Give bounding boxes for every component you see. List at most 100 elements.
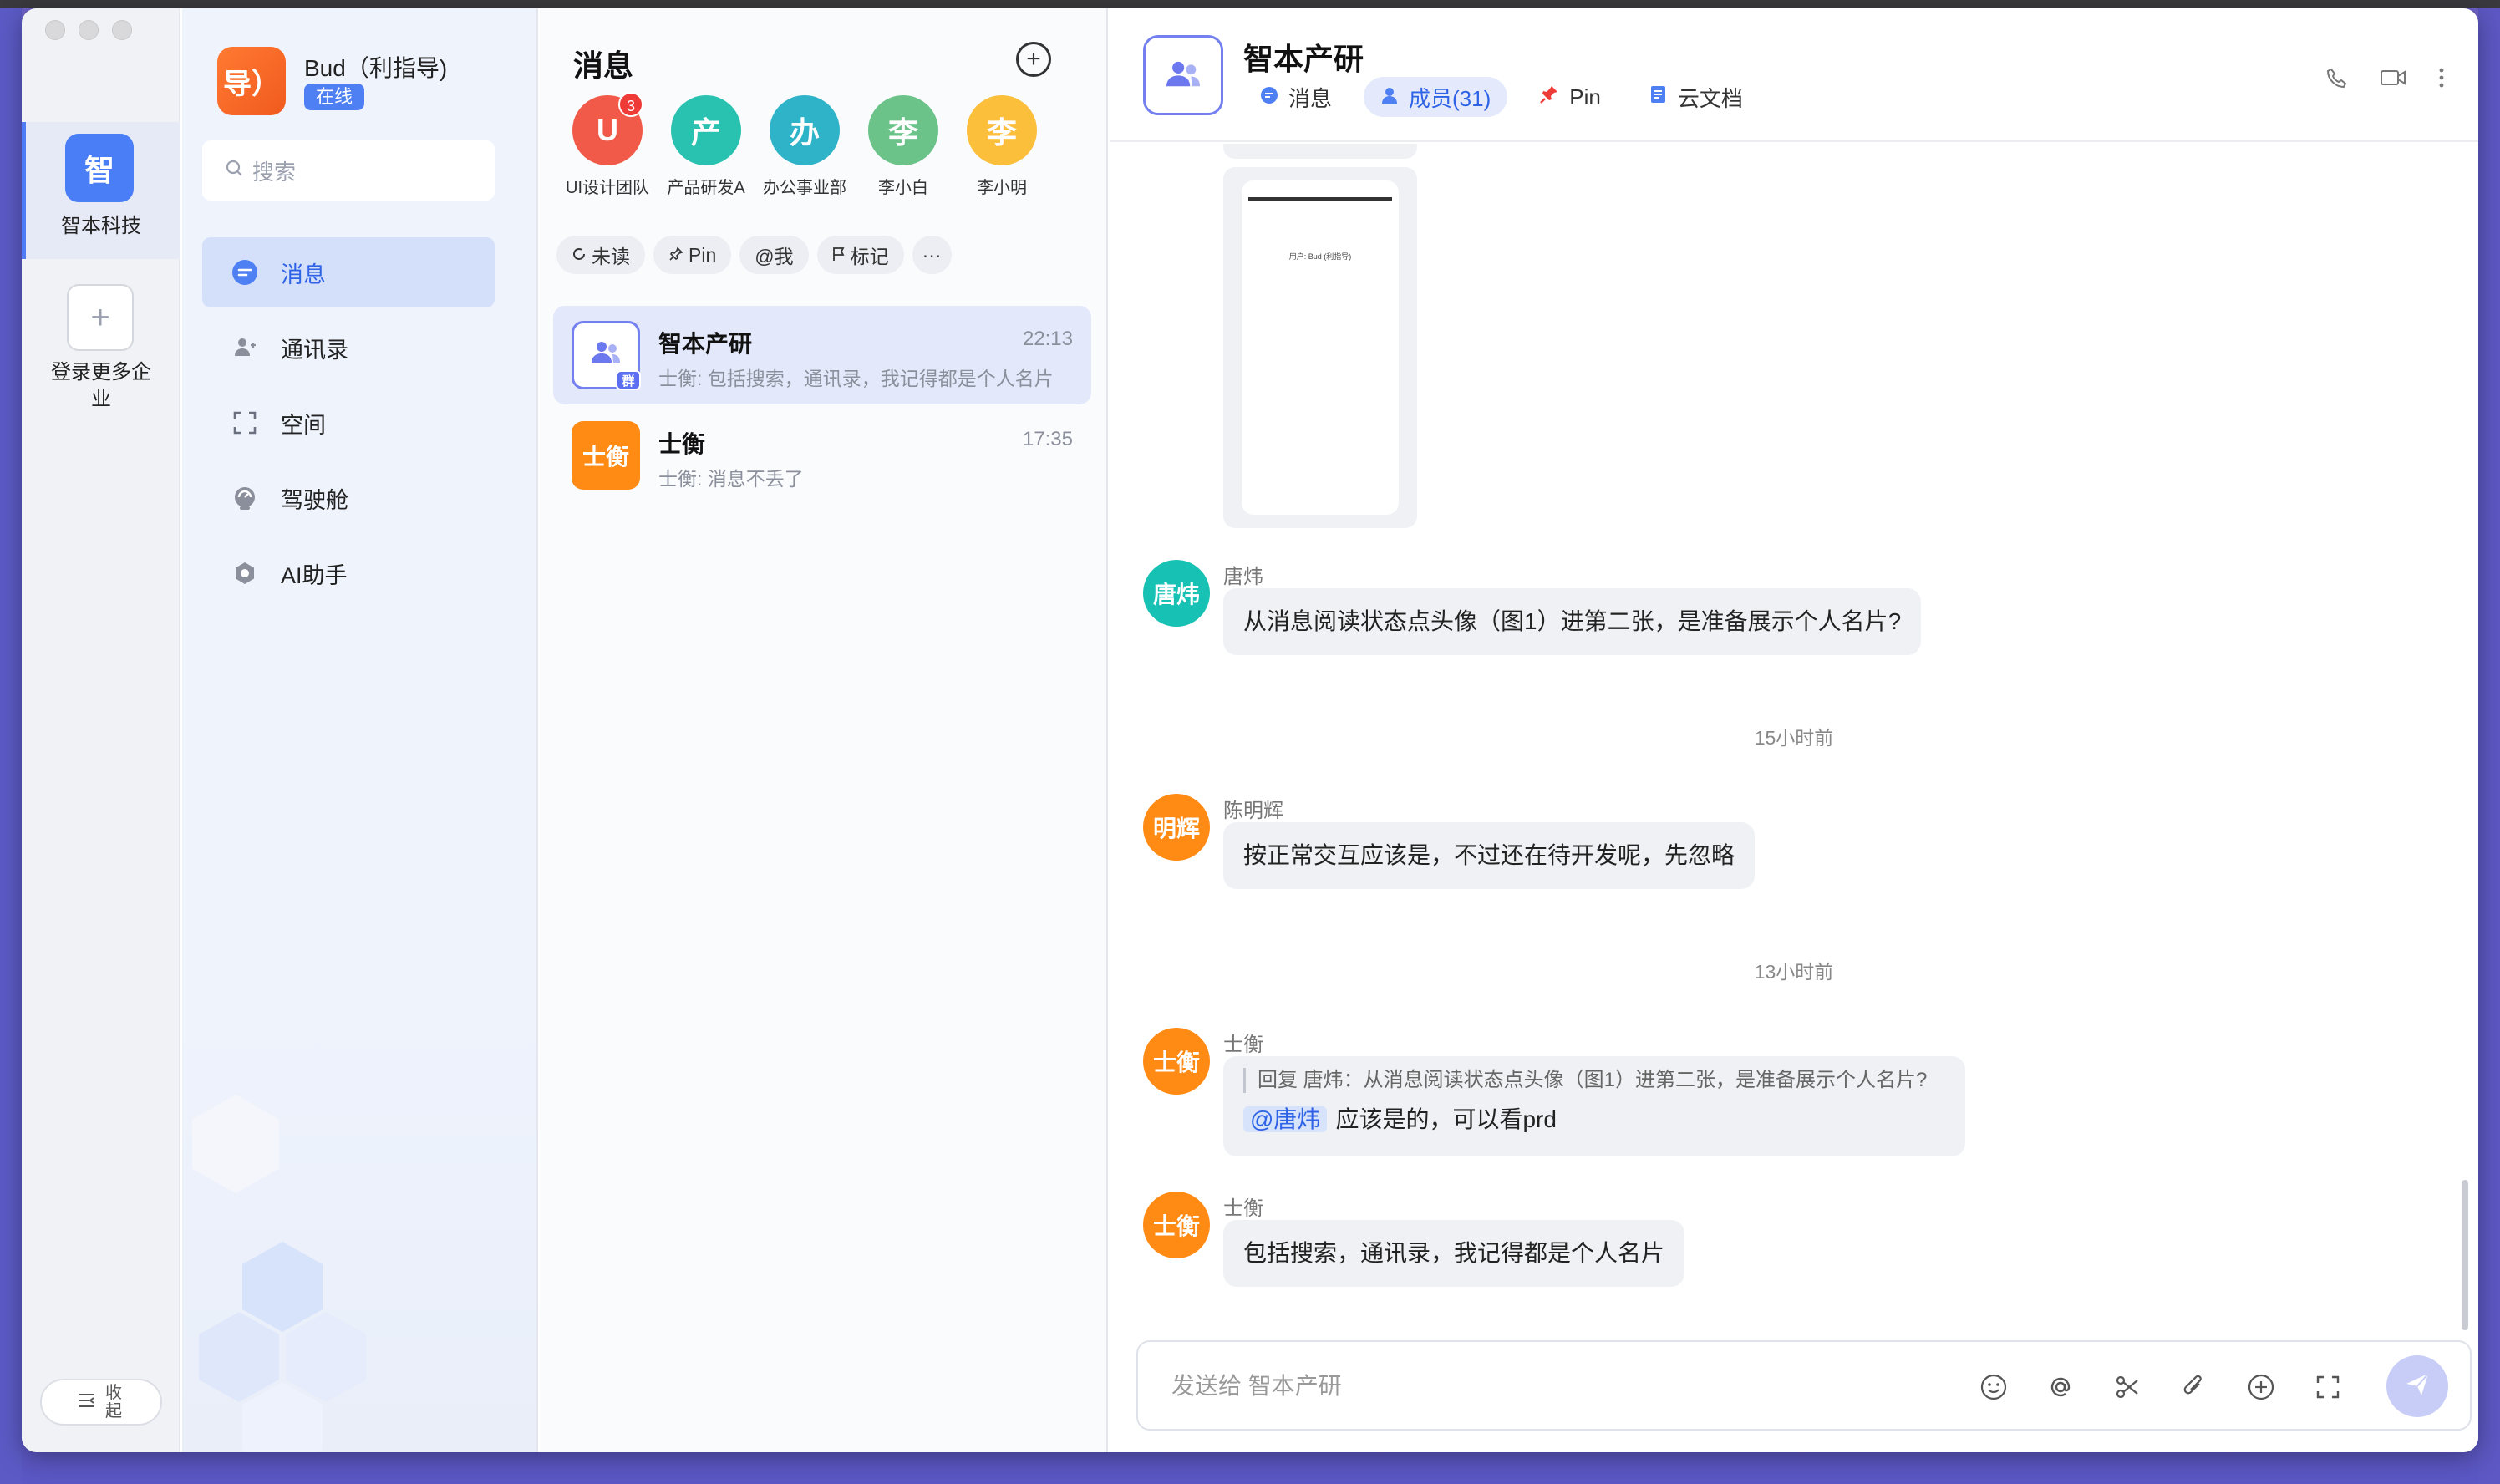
conversation-list: 消息 + U 3 UI设计团队 产 产品研发A 办 办公事业部 李 李小白 李 — [540, 8, 1108, 1452]
conversation-name: 士衡 — [658, 431, 706, 457]
pinned-name: 李小白 — [878, 179, 928, 197]
nav-item-label: 空间 — [281, 412, 326, 438]
nav-item-label: 通讯录 — [281, 337, 348, 363]
sender-name: 士衡 — [1223, 1197, 1263, 1220]
avatar[interactable]: 士衡 — [1143, 1028, 1210, 1095]
message-list: 用户: Bud (利指导) 唐炜 唐炜 从消息阅读状态点头像（图1）进第二张，是… — [1110, 144, 2478, 1330]
screenshot-icon[interactable] — [2111, 1370, 2144, 1404]
group-avatar[interactable] — [1143, 35, 1223, 115]
pinned-name: 产品研发A — [667, 179, 745, 197]
tab-cloud-docs[interactable]: 云文档 — [1633, 77, 1760, 117]
chat-header: 智本产研 消息 成员(31) Pin 云文档 — [1110, 8, 2478, 142]
nav-item-label: 消息 — [281, 262, 326, 287]
attachment-icon[interactable] — [2177, 1370, 2211, 1404]
video-call-icon[interactable] — [2380, 67, 2406, 94]
filter-mention[interactable]: @我 — [739, 236, 809, 274]
decor-hexagon — [192, 1095, 279, 1193]
nav-item-space[interactable]: 空间 — [202, 388, 495, 458]
new-chat-button[interactable]: + — [1016, 42, 1051, 77]
tab-label: Pin — [1569, 84, 1601, 109]
avatar[interactable]: 明辉 — [1143, 794, 1210, 861]
user-avatar[interactable]: 导） — [217, 47, 286, 115]
message-composer — [1136, 1340, 2472, 1431]
conversation-name: 智本产研 — [658, 331, 753, 357]
collapse-button[interactable]: 收起 — [40, 1379, 162, 1426]
contacts-icon — [231, 333, 259, 362]
org-name: 智本科技 — [61, 215, 141, 237]
zoom-window-button[interactable] — [112, 20, 132, 40]
more-vertical-icon[interactable] — [2438, 67, 2445, 94]
tab-members[interactable]: 成员(31) — [1364, 77, 1508, 117]
nav-item-ai-assistant[interactable]: AI助手 — [202, 538, 495, 608]
status-badge[interactable]: 在线 — [304, 84, 365, 110]
filter-pin[interactable]: Pin — [653, 236, 732, 274]
filter-unread[interactable]: 未读 — [556, 236, 645, 274]
conversation-item[interactable]: 士衡 士衡 17:35 士衡: 消息不丢了 — [553, 406, 1091, 505]
conversation-item[interactable]: 群 智本产研 22:13 士衡: 包括搜索，通讯录，我记得都是个人名片 — [553, 306, 1091, 404]
decor-hexagon — [242, 1242, 323, 1332]
chip-label: Pin — [689, 243, 717, 266]
emoji-icon[interactable] — [1977, 1370, 2010, 1404]
more-icon: ··· — [922, 243, 942, 266]
reply-bubble[interactable]: 回复 唐炜：从消息阅读状态点头像（图1）进第二张，是准备展示个人名片? @唐炜应… — [1223, 1056, 1965, 1156]
pinned-item[interactable]: 李 李小明 — [953, 95, 1051, 198]
nav-item-label: AI助手 — [281, 562, 348, 588]
image-caption: 用户: Bud (利指导) — [1288, 252, 1352, 261]
collapse-icon — [78, 1392, 96, 1413]
nav-item-contacts[interactable]: 通讯录 — [202, 313, 495, 383]
window-controls — [45, 20, 132, 40]
org-item-active[interactable]: 智 智本科技 — [22, 122, 180, 259]
pinned-item[interactable]: U 3 UI设计团队 — [558, 92, 657, 198]
tab-pin[interactable]: Pin — [1522, 77, 1618, 117]
decor-hexagon — [286, 1312, 366, 1402]
time-separator: 15小时前 — [1754, 727, 1834, 749]
search-placeholder: 搜索 — [252, 159, 297, 185]
mention-icon[interactable] — [2044, 1370, 2077, 1404]
pinned-item[interactable]: 办 办公事业部 — [755, 95, 854, 198]
pinned-item[interactable]: 产 产品研发A — [657, 95, 755, 198]
filter-flag[interactable]: 标记 — [816, 236, 904, 274]
nav-item-messages[interactable]: 消息 — [202, 237, 495, 307]
pin-icon — [1539, 84, 1559, 110]
filter-chips: 未读 Pin @我 标记 ··· — [556, 236, 952, 274]
desktop-background-right — [2478, 8, 2500, 1484]
pinned-item[interactable]: 李 李小白 — [854, 95, 953, 198]
close-window-button[interactable] — [45, 20, 65, 40]
avatar[interactable]: 士衡 — [1143, 1192, 1210, 1258]
tab-label: 云文档 — [1677, 85, 1743, 111]
filter-more-button[interactable]: ··· — [912, 236, 952, 274]
image-message[interactable]: 用户: Bud (利指导) — [1223, 167, 1417, 528]
mention-tag[interactable]: @唐炜 — [1243, 1106, 1328, 1132]
minimize-window-button[interactable] — [79, 20, 99, 40]
chat-icon — [231, 258, 259, 287]
nav-item-cockpit[interactable]: 驾驶舱 — [202, 463, 495, 533]
nav-item-label: 驾驶舱 — [281, 487, 348, 513]
tab-messages[interactable]: 消息 — [1243, 77, 1349, 117]
image-preview: 用户: Bud (利指导) — [1242, 180, 1399, 515]
cockpit-icon — [231, 484, 259, 512]
conversation-time: 17:35 — [1022, 428, 1073, 450]
message-bubble[interactable]: 从消息阅读状态点头像（图1）进第二张，是准备展示个人名片? — [1223, 588, 1922, 655]
send-button[interactable] — [2386, 1355, 2448, 1417]
message-bubble[interactable]: 包括搜索，通讯录，我记得都是个人名片 — [1223, 1220, 1685, 1287]
chat-panel: 智本产研 消息 成员(31) Pin 云文档 用户: Bud (利指导) 唐炜 … — [1110, 8, 2478, 1452]
scrollbar[interactable] — [2462, 1180, 2468, 1330]
avatar: 李 — [868, 95, 938, 165]
message-input[interactable] — [1171, 1367, 1923, 1405]
org-rail: 智 智本科技 + 登录更多企业 收起 — [22, 8, 180, 1452]
collapse-label: 收起 — [105, 1384, 122, 1420]
reply-quote[interactable]: 回复 唐炜：从消息阅读状态点头像（图1）进第二张，是准备展示个人名片? — [1243, 1068, 1945, 1093]
flag-icon — [832, 244, 846, 267]
chat-icon — [1260, 84, 1278, 110]
search-input[interactable]: 搜索 — [202, 140, 495, 201]
image-message-partial[interactable] — [1223, 144, 1417, 159]
tab-label: 成员(31) — [1409, 85, 1491, 111]
add-org-button[interactable]: + — [67, 284, 134, 351]
message-bubble[interactable]: 按正常交互应该是，不过还在待开发呢，先忽略 — [1223, 822, 1756, 889]
expand-icon[interactable] — [2311, 1370, 2345, 1404]
group-avatar: 群 — [572, 321, 641, 390]
plus-circle-icon[interactable] — [2244, 1370, 2278, 1404]
decor-hexagon — [199, 1312, 279, 1402]
avatar[interactable]: 唐炜 — [1143, 560, 1210, 627]
phone-icon[interactable] — [2325, 67, 2348, 94]
